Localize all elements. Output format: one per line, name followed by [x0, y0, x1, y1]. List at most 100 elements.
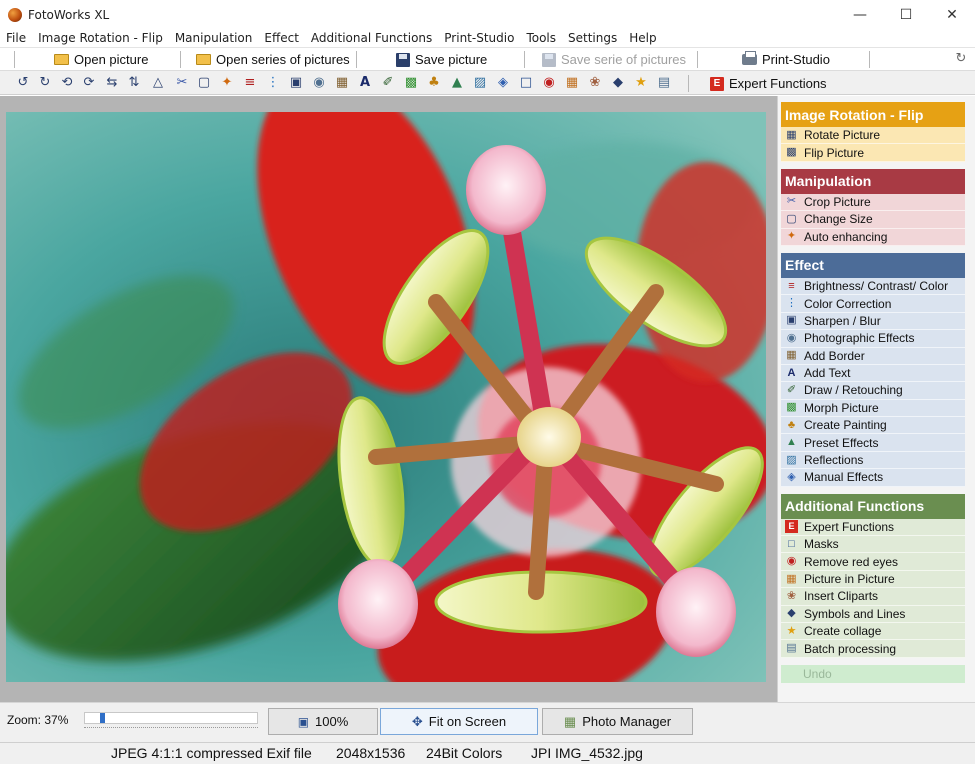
flip-horizontal-icon[interactable]: ⇆ — [104, 75, 120, 91]
panel-item-expert-functions[interactable]: E Expert Functions — [781, 518, 965, 537]
reflection-icon[interactable]: ▨ — [472, 75, 488, 91]
panel-item-add-text[interactable]: A Add Text — [781, 364, 965, 383]
menu-file[interactable]: File — [0, 31, 32, 45]
panel-item-masks[interactable]: □ Masks — [781, 536, 965, 554]
zoom-slider[interactable] — [84, 712, 258, 724]
menu-tools[interactable]: Tools — [520, 31, 562, 45]
scissors-icon[interactable]: ✂ — [174, 75, 190, 91]
status-file-format: JPEG 4:1:1 compressed Exif file — [111, 745, 312, 761]
preset-icon[interactable]: ▲ — [449, 75, 465, 91]
symbols-icon[interactable]: ◆ — [610, 75, 626, 91]
morph-icon[interactable]: ▩ — [403, 75, 419, 91]
rotate-left-icon[interactable]: ↺ — [15, 75, 31, 91]
straighten-icon[interactable]: △ — [150, 75, 166, 91]
panel-item-label: Sharpen / Blur — [804, 313, 881, 328]
undo-button[interactable]: Undo — [781, 664, 965, 683]
group-header[interactable]: Image Rotation - Flip — [781, 102, 965, 127]
panel-item-symbols-and-lines[interactable]: ◆ Symbols and Lines — [781, 605, 965, 623]
panel-item-create-collage[interactable]: ★ Create collage — [781, 622, 965, 641]
clipart-icon[interactable]: ❀ — [587, 75, 603, 91]
batch-icon[interactable]: ▤ — [656, 75, 672, 91]
panel-item-add-border[interactable]: ▦ Add Border — [781, 347, 965, 365]
panel-item-flip-picture[interactable]: ▩ Flip Picture — [781, 144, 965, 162]
toolbar-separator — [180, 51, 181, 68]
panel-item-crop-picture[interactable]: ✂ Crop Picture — [781, 193, 965, 212]
panel-item-change-size[interactable]: ▢ Change Size — [781, 211, 965, 229]
panel-item-label: Add Text — [804, 366, 851, 381]
manual-icon[interactable]: ◈ — [495, 75, 511, 91]
magic-wand-icon[interactable]: ✦ — [219, 75, 235, 91]
expert-functions-button[interactable]: E Expert Functions — [710, 74, 827, 93]
panel-item-preset-effects[interactable]: ▲ Preset Effects — [781, 434, 965, 452]
panel-item-photographic-effects[interactable]: ◉ Photographic Effects — [781, 330, 965, 348]
sliders-icon[interactable]: ≡ — [242, 75, 258, 91]
panel-item-morph-picture[interactable]: ▩ Morph Picture — [781, 399, 965, 418]
mask-icon[interactable]: □ — [518, 75, 534, 91]
manual-icon: ◈ — [787, 470, 796, 483]
close-icon[interactable]: ✕ — [929, 0, 975, 29]
color-sliders-icon[interactable]: ⋮ — [265, 75, 281, 91]
group-manipulation: Manipulation ✂ Crop Picture ▢ Change Size … — [781, 168, 965, 246]
panel-item-color-correction[interactable]: ⋮ Color Correction — [781, 295, 965, 313]
preset-icon: ▲ — [786, 436, 797, 449]
fit-on-screen-label: Fit on Screen — [428, 714, 507, 729]
panel-item-create-painting[interactable]: ♣ Create Painting — [781, 417, 965, 435]
flip-vertical-icon[interactable]: ⇅ — [126, 75, 142, 91]
sharpen-icon[interactable]: ▣ — [288, 75, 304, 91]
panel-item-label: Flip Picture — [804, 145, 865, 160]
menu-print-studio[interactable]: Print-Studio — [438, 31, 520, 45]
panel-item-insert-cliparts[interactable]: ❀ Insert Cliparts — [781, 588, 965, 606]
panel-item-draw-retouching[interactable]: ✐ Draw / Retouching — [781, 382, 965, 400]
menu-image-rotation[interactable]: Image Rotation - Flip — [32, 31, 169, 45]
open-series-button[interactable]: Open series of pictures — [196, 50, 350, 69]
rotate-ccw-icon[interactable]: ⟲ — [59, 75, 75, 91]
photo-manager-button[interactable]: ▦ Photo Manager — [542, 708, 693, 735]
menu-additional-functions[interactable]: Additional Functions — [305, 31, 438, 45]
panel-item-brightness[interactable]: ≡ Brightness/ Contrast/ Color — [781, 277, 965, 296]
menu-settings[interactable]: Settings — [562, 31, 623, 45]
resize-icon[interactable]: ▢ — [196, 75, 212, 91]
panel-item-sharpen-blur[interactable]: ▣ Sharpen / Blur — [781, 312, 965, 331]
zoom-100-button[interactable]: ▣ 100% — [268, 708, 378, 735]
group-header[interactable]: Manipulation — [781, 168, 965, 194]
fit-on-screen-button[interactable]: ✥ Fit on Screen — [380, 708, 538, 735]
save-picture-button[interactable]: Save picture — [396, 50, 487, 69]
panel-item-label: Photographic Effects — [804, 331, 915, 346]
camera-icon[interactable]: ◉ — [311, 75, 327, 91]
panel-item-reflections[interactable]: ▨ Reflections — [781, 451, 965, 470]
panel-item-manual-effects[interactable]: ◈ Manual Effects — [781, 469, 965, 487]
picture-icon[interactable]: ▦ — [564, 75, 580, 91]
group-header[interactable]: Effect — [781, 252, 965, 278]
panel-item-label: Create collage — [804, 624, 882, 639]
toolbar-options-icon[interactable]: ↻ — [953, 51, 969, 67]
panel-item-label: Masks — [804, 537, 839, 552]
print-studio-button[interactable]: Print-Studio — [742, 50, 830, 69]
star-icon[interactable]: ★ — [633, 75, 649, 91]
save-series-button[interactable]: Save serie of pictures — [542, 50, 686, 69]
panel-item-picture-in-picture[interactable]: ▦ Picture in Picture — [781, 570, 965, 589]
minimize-icon[interactable]: — — [837, 0, 883, 29]
save-series-label: Save serie of pictures — [561, 52, 687, 67]
open-picture-button[interactable]: Open picture — [54, 50, 148, 69]
panel-item-label: Manual Effects — [804, 470, 884, 485]
panel-item-batch-processing[interactable]: ▤ Batch processing — [781, 640, 965, 658]
rotate-cw-icon[interactable]: ⟳ — [81, 75, 97, 91]
frame-icon[interactable]: ▦ — [334, 75, 350, 91]
panel-item-remove-red-eyes[interactable]: ◉ Remove red eyes — [781, 553, 965, 571]
zoom-slider-thumb[interactable] — [100, 713, 105, 723]
brush-icon[interactable]: ✐ — [380, 75, 396, 91]
panel-item-rotate-picture[interactable]: ▦ Rotate Picture — [781, 127, 965, 145]
maximize-icon[interactable]: ☐ — [883, 0, 929, 29]
magic-wand-icon: ✦ — [786, 230, 797, 243]
menu-help[interactable]: Help — [623, 31, 662, 45]
text-icon[interactable]: A — [357, 75, 373, 91]
image-canvas[interactable] — [0, 96, 777, 702]
panel-item-auto-enhancing[interactable]: ✦ Auto enhancing — [781, 228, 965, 246]
rotate-right-icon[interactable]: ↻ — [37, 75, 53, 91]
menu-effect[interactable]: Effect — [258, 31, 305, 45]
expert-icon: E — [710, 76, 724, 91]
group-header[interactable]: Additional Functions — [781, 493, 965, 519]
paint-icon[interactable]: ♣ — [426, 75, 442, 91]
eye-icon[interactable]: ◉ — [541, 75, 557, 91]
menu-manipulation[interactable]: Manipulation — [169, 31, 259, 45]
